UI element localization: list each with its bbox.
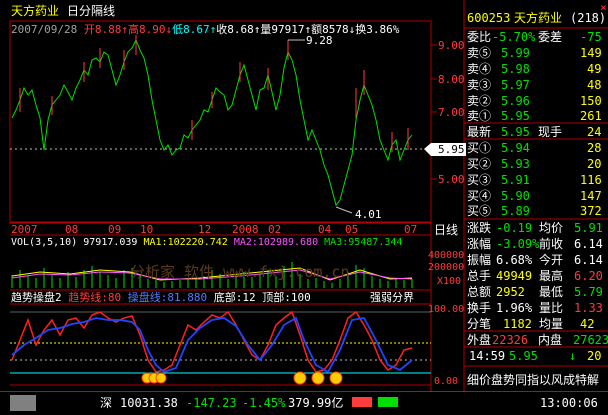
month-8: 05 <box>345 223 359 236</box>
index-pct: -1.45% <box>242 396 286 410</box>
period-tag[interactable]: 日线 <box>434 224 458 236</box>
month-2: 09 <box>108 223 122 236</box>
down-arrow-icon: ↓ <box>569 349 577 363</box>
month-1: 08 <box>65 223 79 236</box>
ask-row-1[interactable]: 卖① 5.95 261 <box>467 108 608 124</box>
watermark: 分析家 软件 www.fxj.com.cn <box>130 263 350 281</box>
stat-row-5: 换手 1.96% 量比 1.33 <box>467 301 603 315</box>
stock-title: 天方药业 <box>11 4 60 18</box>
stat-row-6: 分笔 1182 均量 42 <box>467 317 595 331</box>
ask-row-3[interactable]: 卖③ 5.97 48 <box>467 77 608 93</box>
down-indicator-icon <box>378 397 398 407</box>
month-6: 02 <box>268 223 282 236</box>
vol-axis-1: 200000 <box>428 262 465 273</box>
index-amount: 379.99亿 <box>288 396 344 410</box>
chart-period[interactable]: 日分隔线 <box>67 5 115 17</box>
month-9: 07 <box>404 223 418 236</box>
price-axis-1: 8.00 <box>438 73 465 86</box>
stat-row-1: 涨幅 -3.09% 前收 6.14 <box>467 237 603 251</box>
month-7: 04 <box>318 223 332 236</box>
price-pane-frame <box>9 20 432 224</box>
bid-row-1[interactable]: 买① 5.94 28 <box>467 140 608 156</box>
trough-label: 4.01 <box>355 208 382 221</box>
ind-axis-0: 100.00 <box>428 304 465 315</box>
index-value: 10031.38 <box>120 396 178 410</box>
ask-row-2[interactable]: 卖② 5.96 150 <box>467 93 608 109</box>
status-bar: 深 10031.38 -147.23 -1.45% 379.99亿 13:00:… <box>0 392 608 415</box>
indicator-lines <box>10 310 431 385</box>
peak-label: 9.28 <box>306 34 333 47</box>
price-axis-0: 9.00 <box>438 39 465 52</box>
last-price-row: 最新 5.95 现手 24 <box>467 125 602 139</box>
stat-row-3: 总手 49949 最高 6.20 <box>467 269 603 283</box>
up-indicator-icon <box>352 397 372 407</box>
ask-row-5[interactable]: 卖⑤ 5.99 149 <box>467 45 608 61</box>
indicator-header: 趋势操盘2 趋势线:80 操盘线:81.880 底部:12 顶部:100 <box>11 291 311 304</box>
vol-axis-2: X100 <box>437 276 462 287</box>
vol-axis-0: 400000 <box>428 250 465 261</box>
price-axis-2: 7.00 <box>438 106 465 119</box>
stock-count: (218) <box>570 11 607 25</box>
clock: 13:00:06 <box>540 396 598 410</box>
bid-row-2[interactable]: 买② 5.93 20 <box>467 156 608 172</box>
month-5: 2008 <box>232 223 259 236</box>
market-label: 深 <box>100 396 113 410</box>
ohlc-bar: 2007/09/28 开8.88↑高8.90↓低8.67↑收8.68↑量9791… <box>11 23 400 36</box>
tick-row: 14:59 5.95 ↓ 20 <box>469 349 602 363</box>
month-4: 12 <box>198 223 212 236</box>
outer-inner-row: 外盘 22326 内盘 27623 <box>467 333 608 347</box>
webi-row: 委比 -5.70% 委差 -75 <box>467 30 602 44</box>
bid-row-4[interactable]: 买④ 5.90 147 <box>467 188 608 204</box>
footer-text[interactable]: 细价盘势同指以风成特解 <box>467 374 599 386</box>
status-icon-box <box>10 395 36 411</box>
month-0: 2007 <box>11 223 38 236</box>
index-change: -147.23 <box>186 396 237 410</box>
candlesticks <box>11 35 413 207</box>
stat-row-2: 振幅 6.68% 今开 6.14 <box>467 253 603 267</box>
price-axis-4: 5.00 <box>438 173 465 186</box>
stat-row-4: 总额 2952 最低 5.79 <box>467 285 603 299</box>
bid-row-5[interactable]: 买⑤ 5.89 372 <box>467 203 608 219</box>
stock-name: 天方药业 <box>514 11 563 25</box>
stat-row-0: 涨跌 -0.19 均价 5.91 <box>467 221 603 235</box>
bid-row-3[interactable]: 买③ 5.91 116 <box>467 172 608 188</box>
current-price-tag: 5.95 <box>438 143 465 156</box>
stock-code: 600253 <box>467 11 511 25</box>
vol-header: VOL(3,5,10) 97917.039 MA1:102220.742 MA2… <box>11 237 403 248</box>
strength-label: 强弱分界 <box>370 291 414 304</box>
ind-axis-1: 0.00 <box>434 376 459 387</box>
ask-row-4[interactable]: 卖④ 5.98 49 <box>467 61 608 77</box>
month-3: 10 <box>140 223 154 236</box>
